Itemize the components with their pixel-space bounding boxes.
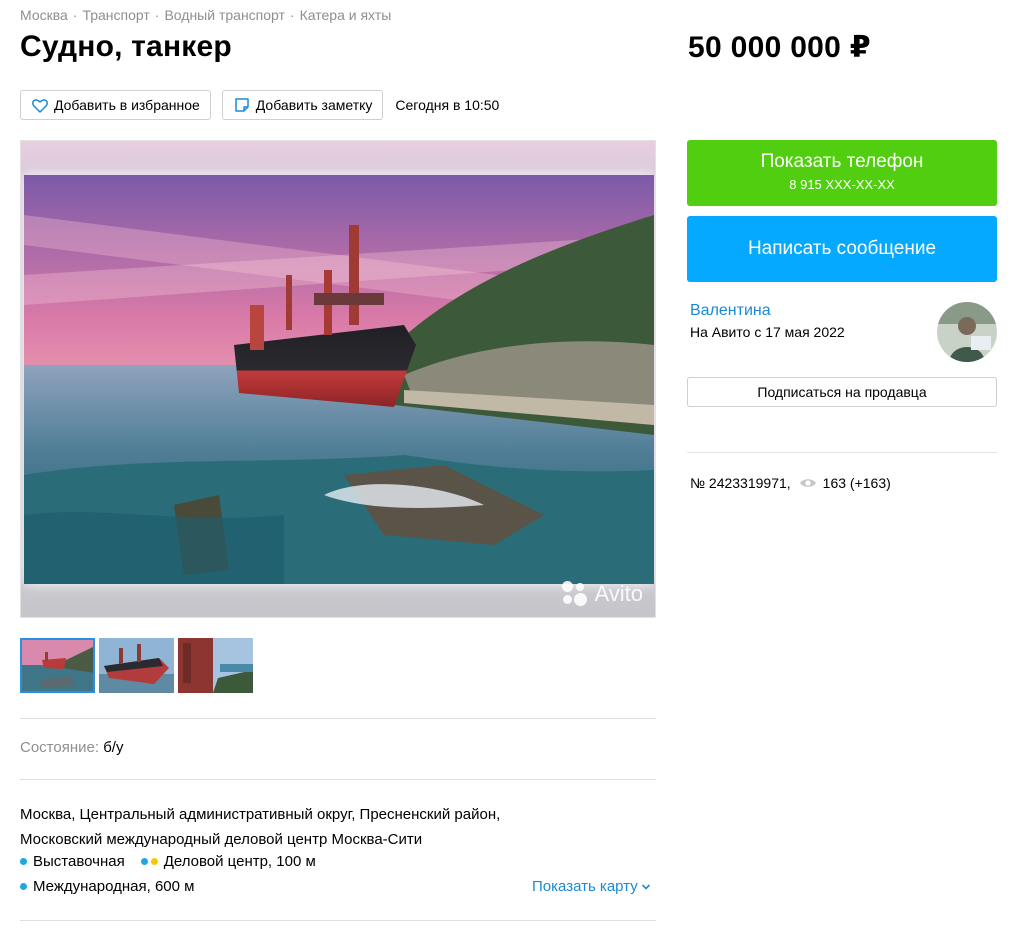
breadcrumb-item-moscow[interactable]: Москва — [20, 7, 68, 23]
listing-meta: № 2423319971, 163 (+163) — [690, 475, 891, 491]
show-map-label: Показать карту — [532, 878, 638, 895]
breadcrumb-item-water-transport[interactable]: Водный транспорт — [164, 7, 284, 23]
add-to-favorites-button[interactable]: Добавить в избранное — [20, 90, 211, 120]
heart-icon — [32, 98, 48, 113]
condition-label: Состояние: — [20, 739, 100, 756]
section-divider — [20, 779, 656, 780]
seller-avatar[interactable] — [937, 302, 997, 362]
section-divider — [687, 452, 997, 453]
breadcrumb-separator: · — [289, 7, 295, 23]
metro-station-name: Международная, 600 м — [33, 878, 195, 895]
avito-logo-icon — [562, 581, 588, 607]
metro-station-name: Деловой центр, 100 м — [163, 853, 316, 870]
avito-watermark: Avito — [562, 581, 643, 607]
eye-icon — [799, 479, 816, 487]
photo-thumbnail-1[interactable] — [20, 638, 95, 693]
seller-name[interactable]: Валентина — [690, 302, 771, 320]
add-note-label: Добавить заметку — [255, 97, 373, 113]
add-to-favorites-label: Добавить в избранное — [54, 97, 200, 113]
photo-thumbnail-2[interactable] — [99, 638, 174, 693]
breadcrumb: Москва · Транспорт · Водный транспорт · Катера… — [20, 7, 391, 23]
photo-gallery[interactable]: Avito — [20, 140, 656, 618]
condition-param: Состояние: б/у — [20, 739, 123, 756]
metro-line-icon — [140, 858, 148, 865]
section-divider — [20, 920, 656, 921]
show-map-link[interactable]: Показать карту — [532, 878, 651, 895]
listing-actions: Добавить в избранное Добавить заметку Се… — [20, 90, 499, 120]
seller-since: На Авито с 17 мая 2022 — [690, 324, 845, 340]
chevron-down-icon — [641, 883, 650, 890]
metro-line-icon — [20, 883, 27, 890]
breadcrumb-separator: · — [154, 7, 160, 23]
show-phone-label: Показать телефон — [760, 151, 924, 172]
metro-station: Выставочная — [20, 853, 125, 870]
view-count: 163 (+163) — [822, 475, 891, 491]
metro-station: Международная, 600 м — [20, 878, 194, 895]
breadcrumb-item-transport[interactable]: Транспорт — [82, 7, 149, 23]
photo-thumbnails — [20, 638, 257, 693]
add-note-button[interactable]: Добавить заметку — [221, 90, 384, 120]
metro-line-icon — [150, 858, 158, 865]
breadcrumb-item-boats-yachts[interactable]: Катера и яхты — [300, 7, 392, 23]
subscribe-seller-button[interactable]: Подписаться на продавца — [687, 377, 997, 407]
listing-price: 50 000 000 ₽ — [688, 31, 871, 64]
avito-watermark-text: Avito — [594, 581, 643, 606]
listing-number: № 2423319971, — [690, 475, 791, 491]
address: Москва, Центральный административный окр… — [20, 806, 501, 848]
metro-row-2: Международная, 600 м — [20, 878, 210, 895]
metro-row-1: Выставочная Деловой центр, 100 м — [20, 853, 332, 870]
posted-time: Сегодня в 10:50 — [395, 97, 500, 113]
section-divider — [20, 718, 656, 719]
show-phone-button[interactable]: Показать телефон 8 915 XXX-XX-XX — [687, 140, 997, 206]
note-icon — [235, 98, 249, 112]
breadcrumb-separator: · — [72, 7, 78, 23]
metro-station-name: Выставочная — [33, 853, 125, 870]
metro-line-icon — [20, 858, 27, 865]
photo-thumbnail-3[interactable] — [178, 638, 253, 693]
listing-title: Судно, танкер — [20, 30, 232, 63]
main-photo[interactable] — [24, 175, 654, 584]
condition-value: б/у — [103, 739, 124, 756]
metro-station: Деловой центр, 100 м — [140, 853, 316, 870]
masked-phone-number: 8 915 XXX-XX-XX — [789, 177, 895, 192]
write-message-button[interactable]: Написать сообщение — [687, 216, 997, 282]
